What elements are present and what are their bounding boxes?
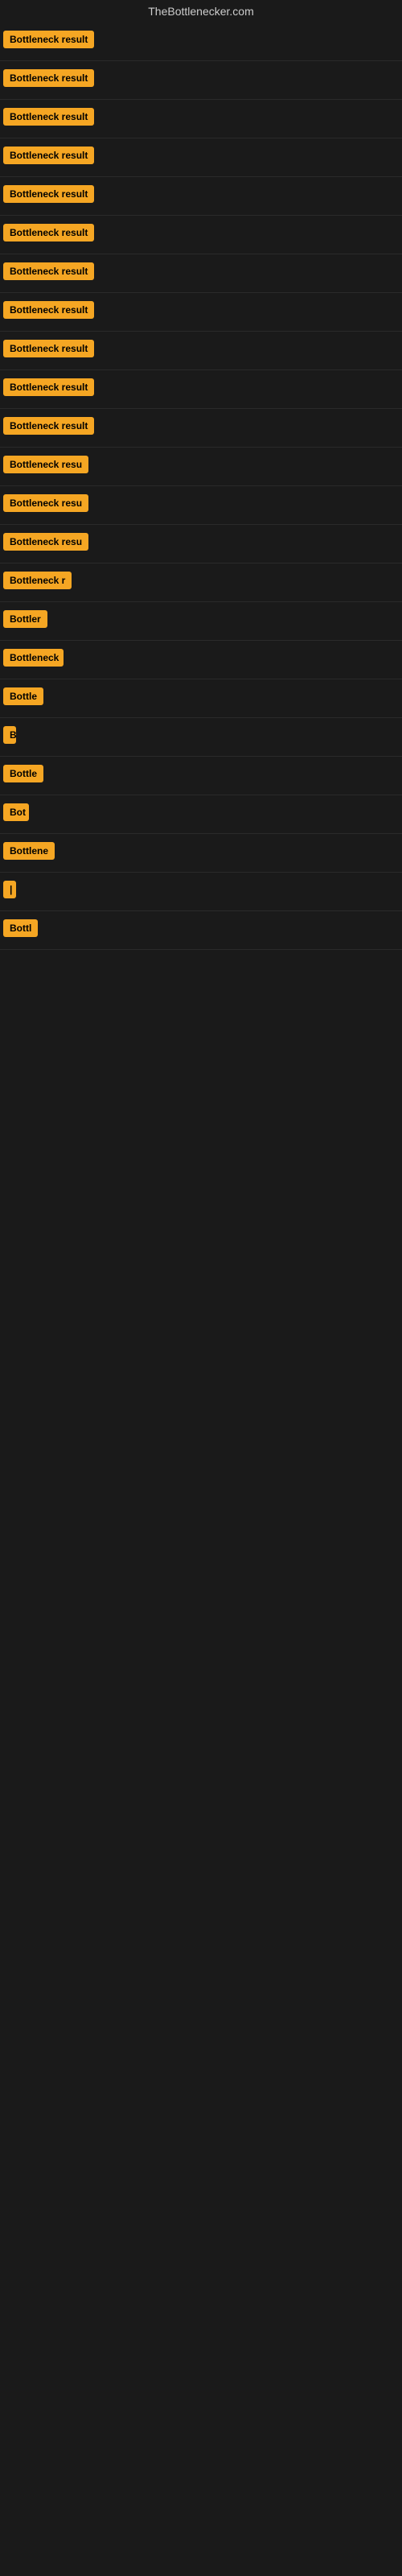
bottleneck-result-badge[interactable]: Bottlene (3, 842, 55, 860)
bottleneck-result-badge[interactable]: Bottleneck r (3, 572, 72, 589)
bottleneck-result-badge[interactable]: Bottleneck result (3, 147, 94, 164)
bottleneck-result-badge[interactable]: Bot (3, 803, 29, 821)
list-item: Bottleneck result (0, 293, 402, 332)
list-item: Bottle (0, 679, 402, 718)
list-item: Bottle (0, 757, 402, 795)
bottleneck-result-badge[interactable]: Bottleneck resu (3, 494, 88, 512)
list-item: Bottleneck result (0, 61, 402, 100)
list-item: Bottleneck result (0, 409, 402, 448)
bottleneck-result-badge[interactable]: B (3, 726, 16, 744)
list-item: Bottlene (0, 834, 402, 873)
list-item: Bottleneck resu (0, 486, 402, 525)
list-item: Bottleneck resu (0, 525, 402, 564)
bottleneck-result-badge[interactable]: Bottleneck result (3, 301, 94, 319)
list-item: B (0, 718, 402, 757)
bottleneck-result-badge[interactable]: Bottleneck result (3, 340, 94, 357)
list-item: Bottleneck result (0, 216, 402, 254)
list-item: Bottleneck result (0, 254, 402, 293)
bottleneck-result-badge[interactable]: Bottle (3, 687, 43, 705)
list-item: Bottleneck r (0, 564, 402, 602)
bottleneck-result-badge[interactable]: Bottleneck resu (3, 533, 88, 551)
bottleneck-result-badge[interactable]: Bottleneck result (3, 108, 94, 126)
bottleneck-result-badge[interactable]: Bottleneck resu (3, 456, 88, 473)
list-item: | (0, 873, 402, 911)
bottleneck-result-badge[interactable]: Bottler (3, 610, 47, 628)
list-item: Bottleneck (0, 641, 402, 679)
list-item: Bottleneck result (0, 370, 402, 409)
list-item: Bottler (0, 602, 402, 641)
bottleneck-result-badge[interactable]: Bottleneck result (3, 378, 94, 396)
list-item: Bottleneck result (0, 138, 402, 177)
list-item: Bottleneck resu (0, 448, 402, 486)
list-item: Bottleneck result (0, 100, 402, 138)
site-title: TheBottlenecker.com (0, 0, 402, 23)
bottleneck-result-badge[interactable]: Bottleneck result (3, 31, 94, 48)
bottleneck-result-badge[interactable]: | (3, 881, 16, 898)
bottleneck-result-badge[interactable]: Bottleneck result (3, 69, 94, 87)
bottleneck-result-badge[interactable]: Bottleneck result (3, 224, 94, 242)
bottleneck-result-badge[interactable]: Bottl (3, 919, 38, 937)
list-item: Bot (0, 795, 402, 834)
bottleneck-result-badge[interactable]: Bottleneck result (3, 262, 94, 280)
list-item: Bottleneck result (0, 332, 402, 370)
list-item: Bottleneck result (0, 23, 402, 61)
bottleneck-result-badge[interactable]: Bottleneck result (3, 185, 94, 203)
list-item: Bottleneck result (0, 177, 402, 216)
bottleneck-result-badge[interactable]: Bottle (3, 765, 43, 782)
bottleneck-result-badge[interactable]: Bottleneck (3, 649, 64, 667)
list-item: Bottl (0, 911, 402, 950)
bottleneck-result-badge[interactable]: Bottleneck result (3, 417, 94, 435)
